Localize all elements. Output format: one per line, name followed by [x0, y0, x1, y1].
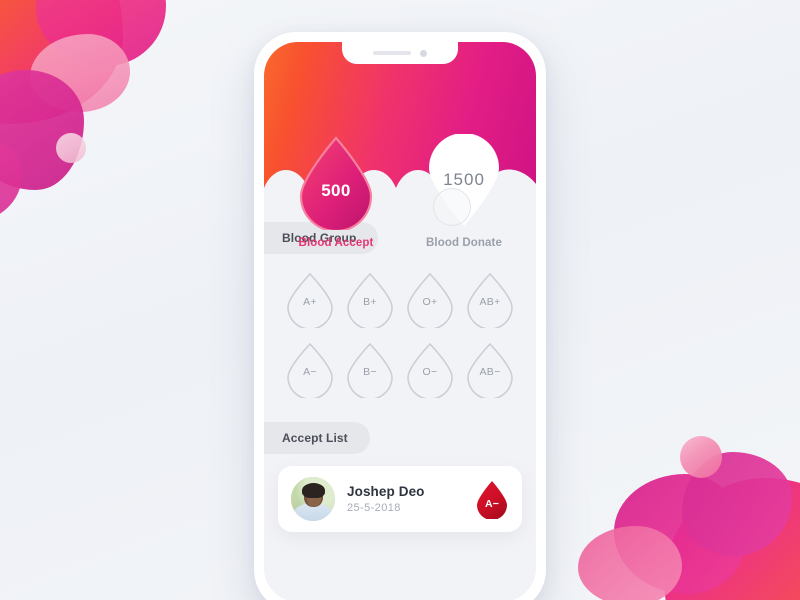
stat-blood-accept[interactable]: 500 Blood Accept: [284, 134, 388, 249]
blood-group-label: O−: [422, 366, 438, 378]
blood-donate-label: Blood Donate: [426, 237, 502, 249]
blood-group-option-o-pos[interactable]: O+: [404, 270, 456, 328]
person-date: 25-5-2018: [347, 502, 401, 514]
blood-accept-drop-icon: 500: [295, 134, 377, 230]
blood-group-option-b-pos[interactable]: B+: [344, 270, 396, 328]
accept-list-section: Accept List Joshep Deo 25-5-2018 A−: [264, 422, 536, 532]
blob-top-left-4: [0, 70, 84, 190]
person-name: Joshep Deo: [347, 484, 425, 499]
phone-screen: 500 Blood Accept 1500 Blood Donate Blood…: [264, 42, 536, 600]
blood-group-option-b-neg[interactable]: B−: [344, 340, 396, 398]
blood-group-badge: A−: [475, 479, 509, 519]
screenshot-canvas: 500 Blood Accept 1500 Blood Donate Blood…: [0, 0, 800, 600]
blood-group-option-ab-neg[interactable]: AB−: [464, 340, 516, 398]
list-item[interactable]: Joshep Deo 25-5-2018 A−: [278, 466, 522, 532]
blood-group-label: B−: [363, 366, 377, 378]
blood-group-label: O+: [422, 296, 438, 308]
blob-top-left-1: [0, 0, 123, 124]
stat-blood-donate[interactable]: 1500 Blood Donate: [412, 134, 516, 249]
blood-group-label: AB+: [479, 296, 501, 308]
blob-bottom-right-2: [614, 474, 746, 594]
blood-group-option-a-pos[interactable]: A+: [284, 270, 336, 328]
blood-group-label: B+: [363, 296, 377, 308]
blood-group-label: AB−: [479, 366, 501, 378]
blood-group-label: A+: [303, 296, 317, 308]
blob-top-left-3: [30, 34, 130, 112]
blob-top-left-5: [0, 136, 22, 222]
decorative-circle-top-left: [56, 133, 86, 163]
stats-row: 500 Blood Accept 1500 Blood Donate: [264, 134, 536, 249]
front-camera-icon: [420, 49, 427, 57]
blood-group-label: A−: [303, 366, 317, 378]
pin-ghost-circle: [433, 188, 471, 226]
blood-group-option-ab-pos[interactable]: AB+: [464, 270, 516, 328]
blood-donate-pin-icon: 1500: [423, 134, 505, 230]
blood-group-option-a-neg[interactable]: A−: [284, 340, 336, 398]
avatar: [291, 477, 335, 521]
blob-bottom-right-3: [578, 526, 682, 600]
blood-accept-label: Blood Accept: [298, 237, 374, 249]
blob-top-left-2: [36, 0, 166, 66]
blood-group-option-o-neg[interactable]: O−: [404, 340, 456, 398]
speaker-slot-icon: [373, 51, 411, 55]
blood-donate-value: 1500: [443, 170, 485, 189]
screen-body: Blood Group A+ B+ O+ AB+ A− B− O− AB− Ac…: [264, 198, 536, 600]
accept-list-chip: Accept List: [264, 422, 370, 454]
decorative-circle-bottom-right: [680, 436, 722, 478]
phone-mockup-frame: 500 Blood Accept 1500 Blood Donate Blood…: [254, 32, 546, 600]
blob-bottom-right-1: [664, 478, 800, 600]
person-info: Joshep Deo 25-5-2018: [347, 484, 463, 514]
blood-accept-value: 500: [321, 181, 351, 200]
blood-group-grid: A+ B+ O+ AB+ A− B− O− AB−: [280, 270, 520, 398]
blob-bottom-right-4: [682, 452, 792, 556]
blood-group-badge-label: A−: [484, 498, 500, 510]
avatar-hair: [302, 483, 325, 498]
device-notch: [342, 42, 458, 64]
